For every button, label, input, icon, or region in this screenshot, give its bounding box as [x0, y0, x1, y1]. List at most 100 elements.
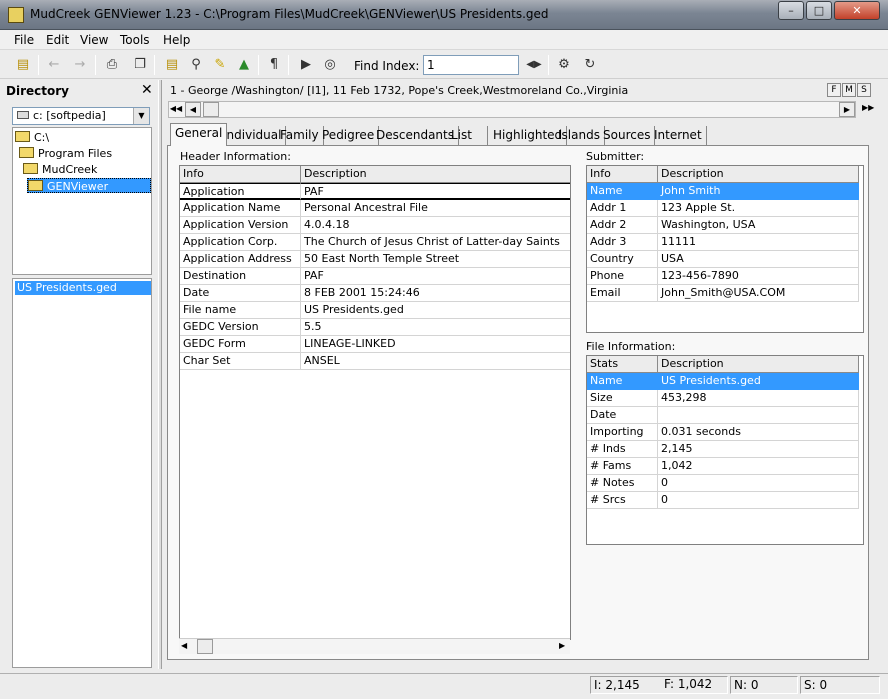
menu-view[interactable]: View — [80, 33, 108, 47]
file-info-row[interactable]: # Inds 2,145 — [587, 441, 859, 458]
submitter-key-cell[interactable]: Addr 1 — [587, 200, 658, 217]
file-info-key-cell[interactable]: Importing — [587, 424, 658, 441]
header-info-value-cell[interactable]: 5.5 — [301, 319, 570, 336]
tab-pedigree[interactable]: Pedigree — [318, 126, 380, 146]
prev-next-arrows-icon[interactable]: ◀▶ — [524, 55, 544, 75]
header-info-row[interactable]: Application Address 50 East North Temple … — [180, 251, 570, 268]
submitter-row[interactable]: Addr 3 11111 — [587, 234, 859, 251]
forward-arrow-icon[interactable]: → — [70, 55, 90, 75]
header-info-key-cell[interactable]: Application Address — [180, 251, 301, 268]
header-info-row[interactable]: Char Set ANSEL — [180, 353, 570, 370]
header-info-row[interactable]: Application PAF — [180, 183, 570, 200]
header-info-row[interactable]: GEDC Version 5.5 — [180, 319, 570, 336]
open-folder-icon[interactable]: ▤ — [13, 55, 33, 75]
submitter-key-cell[interactable]: Name — [587, 183, 658, 200]
file-info-value-cell[interactable]: US Presidents.ged — [658, 373, 859, 390]
submitter-key-cell[interactable]: Country — [587, 251, 658, 268]
file-info-row[interactable]: Importing 0.031 seconds — [587, 424, 859, 441]
column-header-description[interactable]: Description — [658, 356, 859, 373]
header-info-key-cell[interactable]: Application Corp. — [180, 234, 301, 251]
drive-select[interactable]: c: [softpedia] ▼ — [12, 107, 150, 125]
header-info-row[interactable]: Date 8 FEB 2001 15:24:46 — [180, 285, 570, 302]
column-header-description[interactable]: Description — [658, 166, 859, 183]
find-person-icon[interactable]: ▶ — [296, 55, 316, 75]
file-info-row[interactable]: # Notes 0 — [587, 475, 859, 492]
file-info-key-cell[interactable]: # Notes — [587, 475, 658, 492]
chevron-down-icon[interactable]: ▼ — [133, 108, 149, 124]
menu-tools[interactable]: Tools — [120, 33, 150, 47]
submitter-row[interactable]: Addr 1 123 Apple St. — [587, 200, 859, 217]
find-index-input[interactable] — [423, 55, 519, 75]
column-header-description[interactable]: Description — [301, 166, 570, 183]
header-info-key-cell[interactable]: Date — [180, 285, 301, 302]
file-info-row[interactable]: # Fams 1,042 — [587, 458, 859, 475]
maximize-button[interactable]: □ — [806, 1, 832, 20]
file-info-value-cell[interactable]: 2,145 — [658, 441, 859, 458]
file-info-key-cell[interactable]: Name — [587, 373, 658, 390]
scroll-thumb[interactable] — [203, 102, 219, 117]
file-info-value-cell[interactable]: 1,042 — [658, 458, 859, 475]
header-table-scrollbar[interactable]: ◀ ▶ — [179, 638, 570, 654]
directory-close-icon[interactable]: ✕ — [141, 82, 153, 98]
header-info-value-cell[interactable]: The Church of Jesus Christ of Latter-day… — [301, 234, 570, 251]
header-info-key-cell[interactable]: Application — [180, 183, 301, 200]
header-info-key-cell[interactable]: Application Name — [180, 200, 301, 217]
scroll-right-icon[interactable]: ▶ — [839, 102, 855, 117]
header-info-row[interactable]: Application Corp. The Church of Jesus Chr… — [180, 234, 570, 251]
header-info-key-cell[interactable]: Application Version — [180, 217, 301, 234]
record-scrollbar[interactable]: ◀◀ ◀ ▶ — [168, 101, 856, 118]
submitter-key-cell[interactable]: Phone — [587, 268, 658, 285]
submitter-value-cell[interactable]: Washington, USA — [658, 217, 859, 234]
settings-icon[interactable]: ⚙ — [554, 55, 574, 75]
submitter-value-cell[interactable]: USA — [658, 251, 859, 268]
header-info-row[interactable]: Destination PAF — [180, 268, 570, 285]
tab-family[interactable]: Family — [276, 126, 324, 146]
file-info-value-cell[interactable]: 0 — [658, 475, 859, 492]
tab-list[interactable]: List — [447, 126, 488, 146]
header-info-value-cell[interactable]: ANSEL — [301, 353, 570, 370]
file-info-row[interactable]: Size 453,298 — [587, 390, 859, 407]
file-info-value-cell[interactable]: 0.031 seconds — [658, 424, 859, 441]
header-info-key-cell[interactable]: File name — [180, 302, 301, 319]
scroll-right-icon[interactable]: ▶ — [559, 641, 565, 650]
submitter-row[interactable]: Country USA — [587, 251, 859, 268]
file-info-value-cell[interactable]: 0 — [658, 492, 859, 509]
header-info-key-cell[interactable]: Char Set — [180, 353, 301, 370]
tab-islands[interactable]: Islands — [554, 126, 605, 146]
header-info-value-cell[interactable]: US Presidents.ged — [301, 302, 570, 319]
father-button[interactable]: F — [827, 83, 841, 97]
column-header-info[interactable]: Info — [587, 166, 658, 183]
header-info-value-cell[interactable]: PAF — [301, 183, 570, 200]
header-info-value-cell[interactable]: 50 East North Temple Street — [301, 251, 570, 268]
submitter-value-cell[interactable]: John_Smith@USA.COM — [658, 285, 859, 302]
scroll-left-icon[interactable]: ◀ — [181, 641, 187, 650]
submitter-value-cell[interactable]: John Smith — [658, 183, 859, 200]
submitter-key-cell[interactable]: Addr 3 — [587, 234, 658, 251]
header-info-row[interactable]: File name US Presidents.ged — [180, 302, 570, 319]
header-info-key-cell[interactable]: GEDC Version — [180, 319, 301, 336]
submitter-row[interactable]: Phone 123-456-7890 — [587, 268, 859, 285]
tab-internet[interactable]: Internet — [650, 126, 707, 146]
file-info-value-cell[interactable]: 453,298 — [658, 390, 859, 407]
file-info-key-cell[interactable]: # Inds — [587, 441, 658, 458]
tree-node-genviewer[interactable]: GENViewer — [27, 178, 151, 193]
submitter-key-cell[interactable]: Email — [587, 285, 658, 302]
scroll-left-icon[interactable]: ◀ — [185, 102, 201, 117]
header-info-value-cell[interactable]: Personal Ancestral File — [301, 200, 570, 217]
tab-descendants[interactable]: Descendants — [372, 126, 459, 146]
column-header-stats[interactable]: Stats — [587, 356, 658, 373]
file-info-key-cell[interactable]: # Fams — [587, 458, 658, 475]
file-info-value-cell[interactable] — [658, 407, 859, 424]
tree-node-root[interactable]: C:\ — [15, 130, 49, 145]
header-info-value-cell[interactable]: LINEAGE-LINKED — [301, 336, 570, 353]
island-icon[interactable]: ▲ — [234, 55, 254, 75]
file-info-key-cell[interactable]: # Srcs — [587, 492, 658, 509]
mother-button[interactable]: M — [842, 83, 856, 97]
submitter-key-cell[interactable]: Addr 2 — [587, 217, 658, 234]
copy-icon[interactable]: ❐ — [130, 55, 150, 75]
header-info-value-cell[interactable]: PAF — [301, 268, 570, 285]
paragraph-icon[interactable]: ¶ — [264, 55, 284, 75]
spouse-button[interactable]: S — [857, 83, 871, 97]
tab-general[interactable]: General — [170, 123, 228, 146]
back-arrow-icon[interactable]: ← — [44, 55, 64, 75]
